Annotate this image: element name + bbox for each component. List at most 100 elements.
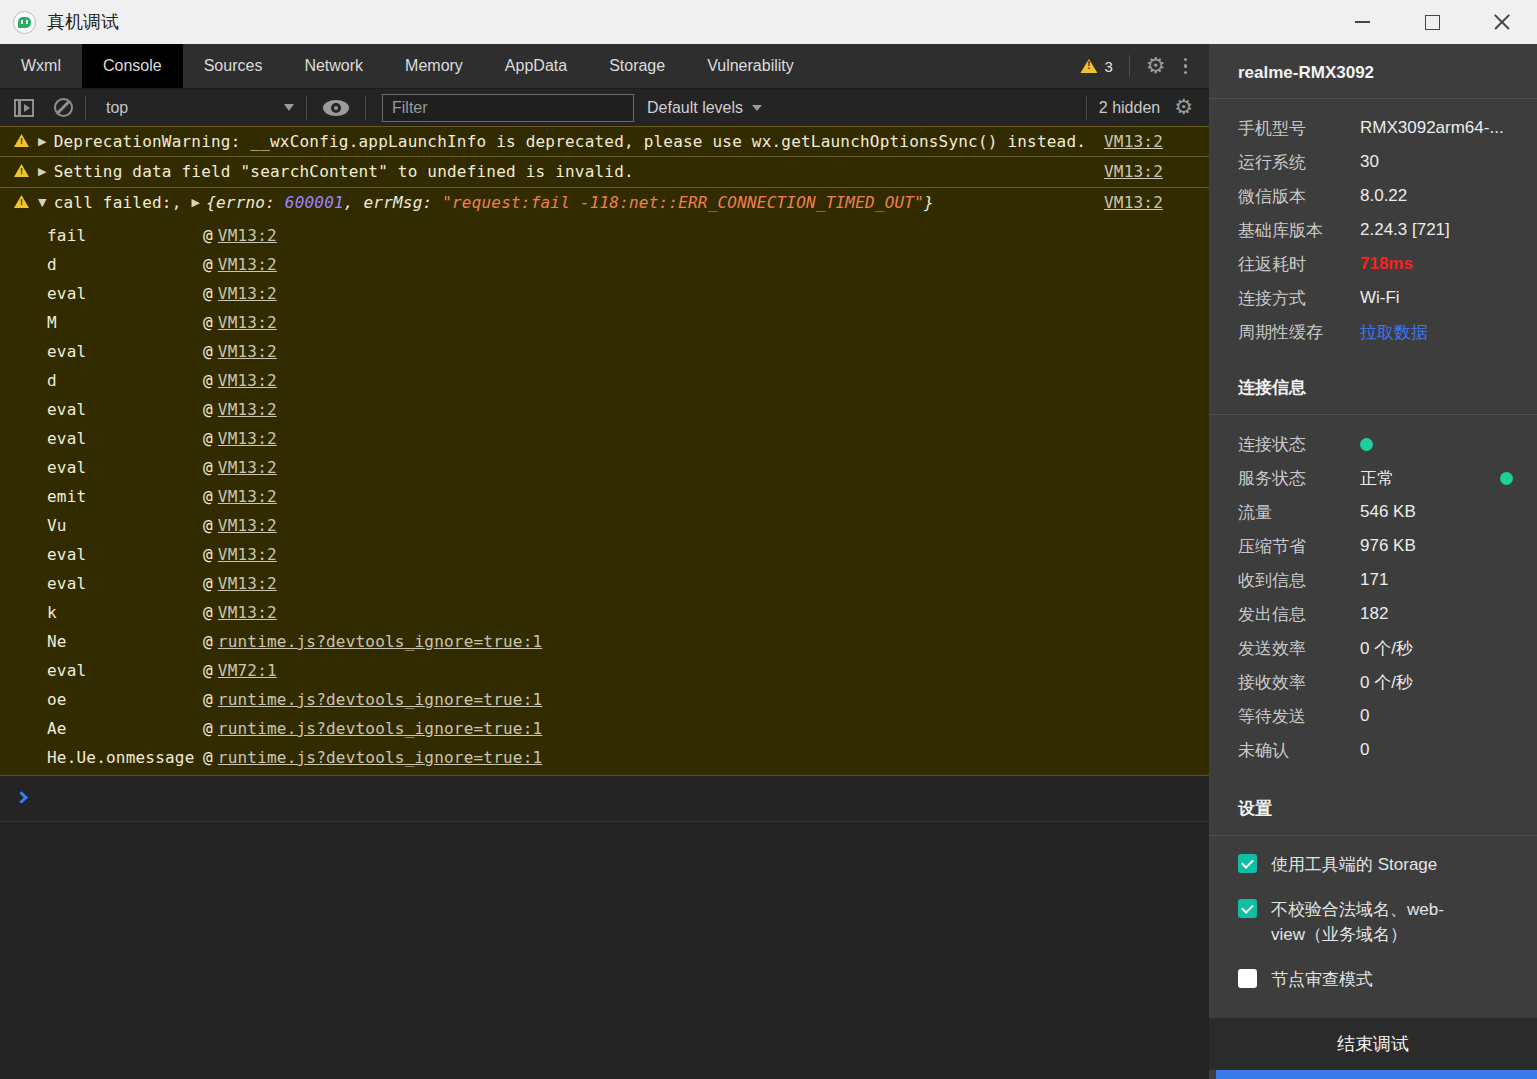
stack-source-link[interactable]: VM13:2 <box>218 342 277 361</box>
prompt-chevron-icon <box>15 791 28 804</box>
stack-frame: M@VM13:2 <box>0 308 1209 337</box>
expand-arrow-icon[interactable]: ▶ <box>38 165 47 178</box>
stack-frame: d@VM13:2 <box>0 250 1209 279</box>
minimize-button[interactable] <box>1327 0 1397 44</box>
warning-count-badge[interactable]: 3 <box>1080 58 1112 75</box>
warning-icon <box>1080 59 1097 73</box>
source-link[interactable]: VM13:2 <box>1104 162 1163 181</box>
tab-label: Network <box>304 57 363 75</box>
console-prompt[interactable] <box>0 776 1209 822</box>
console-warning-row: ▶Setting data field "searchContent" to u… <box>0 157 1209 188</box>
row-label: 流量 <box>1238 501 1360 524</box>
stack-source-link[interactable]: runtime.js?devtools_ignore=true:1 <box>218 632 542 651</box>
stack-fn-name: emit <box>47 487 203 506</box>
console-warning-row: ▶DeprecationWarning: __wxConfig.appLaunc… <box>0 126 1209 157</box>
stack-fn-name: M <box>47 313 203 332</box>
row-value: 0 个/秒 <box>1360 671 1413 694</box>
at-symbol: @ <box>203 690 213 709</box>
at-symbol: @ <box>203 632 213 651</box>
connection-section-header: 连接信息 <box>1209 349 1537 414</box>
stack-source-link[interactable]: VM13:2 <box>218 516 277 535</box>
stack-source-link[interactable]: VM13:2 <box>218 574 277 593</box>
source-link[interactable]: VM13:2 <box>1104 193 1163 212</box>
at-symbol: @ <box>203 284 213 303</box>
sidebar-row: 发出信息182 <box>1209 597 1537 631</box>
tab-vulnerability[interactable]: Vulnerability <box>686 44 815 88</box>
checkbox[interactable] <box>1238 899 1257 918</box>
object-expand-arrow-icon[interactable]: ▶ <box>192 196 201 209</box>
stack-source-link[interactable]: VM13:2 <box>218 284 277 303</box>
obj-close: } <box>924 193 934 212</box>
more-menu-icon[interactable] <box>1184 58 1188 75</box>
tab-wxml[interactable]: Wxml <box>0 44 82 88</box>
maximize-button[interactable] <box>1397 0 1467 44</box>
end-debug-button[interactable]: 结束调试 <box>1209 1018 1537 1070</box>
stack-source-link[interactable]: runtime.js?devtools_ignore=true:1 <box>218 748 542 767</box>
console-settings-gear-icon[interactable]: ⚙ <box>1174 97 1193 118</box>
tab-sources[interactable]: Sources <box>183 44 284 88</box>
close-button[interactable] <box>1467 0 1537 44</box>
stack-source-link[interactable]: VM13:2 <box>218 400 277 419</box>
error-label: call failed:, <box>54 193 182 212</box>
stack-frame: eval@ VM13:2 <box>0 424 1209 453</box>
tab-console[interactable]: Console <box>82 44 183 88</box>
row-value: 8.0.22 <box>1360 186 1407 206</box>
titlebar: 真机调试 <box>0 0 1537 44</box>
context-selector[interactable]: top <box>98 99 294 117</box>
tab-label: AppData <box>505 57 567 75</box>
stack-source-link[interactable]: VM13:2 <box>218 255 277 274</box>
warning-icon <box>14 164 29 177</box>
stack-fn-name: eval <box>47 429 203 448</box>
filter-input[interactable]: Filter <box>382 94 634 122</box>
sidebar-row: 微信版本8.0.22 <box>1209 179 1537 213</box>
console-sidebar-toggle-icon[interactable] <box>14 99 34 117</box>
stack-source-link[interactable]: runtime.js?devtools_ignore=true:1 <box>218 690 542 709</box>
stack-source-link[interactable]: VM72:1 <box>218 661 277 680</box>
stack-frame: eval@VM13:2 <box>0 279 1209 308</box>
log-levels-dropdown[interactable]: Default levels <box>647 99 762 117</box>
stack-source-link[interactable]: VM13:2 <box>218 603 277 622</box>
clear-console-icon[interactable] <box>54 98 73 117</box>
source-link-wrap: VM13:2 <box>1104 162 1209 181</box>
device-panel: realme-RMX3092 手机型号RMX3092arm64-...运行系统3… <box>1209 44 1537 1079</box>
row-label: 微信版本 <box>1238 185 1360 208</box>
tab-label: Wxml <box>21 57 61 75</box>
tab-storage[interactable]: Storage <box>588 44 686 88</box>
settings-gear-icon[interactable]: ⚙ <box>1146 55 1166 77</box>
tab-label: Console <box>103 57 162 75</box>
checkbox[interactable] <box>1238 854 1257 873</box>
stack-frame: eval@VM13:2 <box>0 395 1209 424</box>
errmsg-value: "request:fail -118:net::ERR_CONNECTION_T… <box>442 193 924 212</box>
at-symbol: @ <box>203 429 213 448</box>
sidebar-row: 运行系统30 <box>1209 145 1537 179</box>
expand-arrow-icon[interactable]: ▶ <box>38 135 47 148</box>
tab-appdata[interactable]: AppData <box>484 44 588 88</box>
stack-source-link[interactable]: VM13:2 <box>218 313 277 332</box>
at-symbol: @ <box>203 458 213 477</box>
stack-source-link[interactable]: VM13:2 <box>218 458 277 477</box>
row-value[interactable]: 拉取数据 <box>1360 321 1428 344</box>
checkbox[interactable] <box>1238 969 1257 988</box>
at-symbol: @ <box>203 603 213 622</box>
tab-network[interactable]: Network <box>283 44 384 88</box>
row-value: 546 KB <box>1360 502 1416 522</box>
live-expression-eye-icon[interactable] <box>323 100 349 116</box>
stack-source-link[interactable]: runtime.js?devtools_ignore=true:1 <box>218 719 542 738</box>
stack-frame: He.Ue.onmessage@runtime.js?devtools_igno… <box>0 743 1209 772</box>
divider <box>1129 55 1130 77</box>
row-value: 0 <box>1360 740 1369 760</box>
row-value: 0 <box>1360 706 1369 726</box>
stack-source-link[interactable]: VM13:2 <box>218 371 277 390</box>
row-value: 976 KB <box>1360 536 1416 556</box>
stack-frame: eval@VM72:1 <box>0 656 1209 685</box>
row-label: 服务状态 <box>1238 467 1360 490</box>
source-link[interactable]: VM13:2 <box>1104 132 1163 151</box>
stack-source-link[interactable]: VM13:2 <box>218 226 277 245</box>
stack-source-link[interactable]: VM13:2 <box>218 429 277 448</box>
stack-source-link[interactable]: VM13:2 <box>218 545 277 564</box>
wechat-devtools-icon <box>13 11 36 34</box>
tab-memory[interactable]: Memory <box>384 44 484 88</box>
row-label: 运行系统 <box>1238 151 1360 174</box>
stack-source-link[interactable]: VM13:2 <box>218 487 277 506</box>
collapse-arrow-icon[interactable]: ▼ <box>38 196 47 209</box>
